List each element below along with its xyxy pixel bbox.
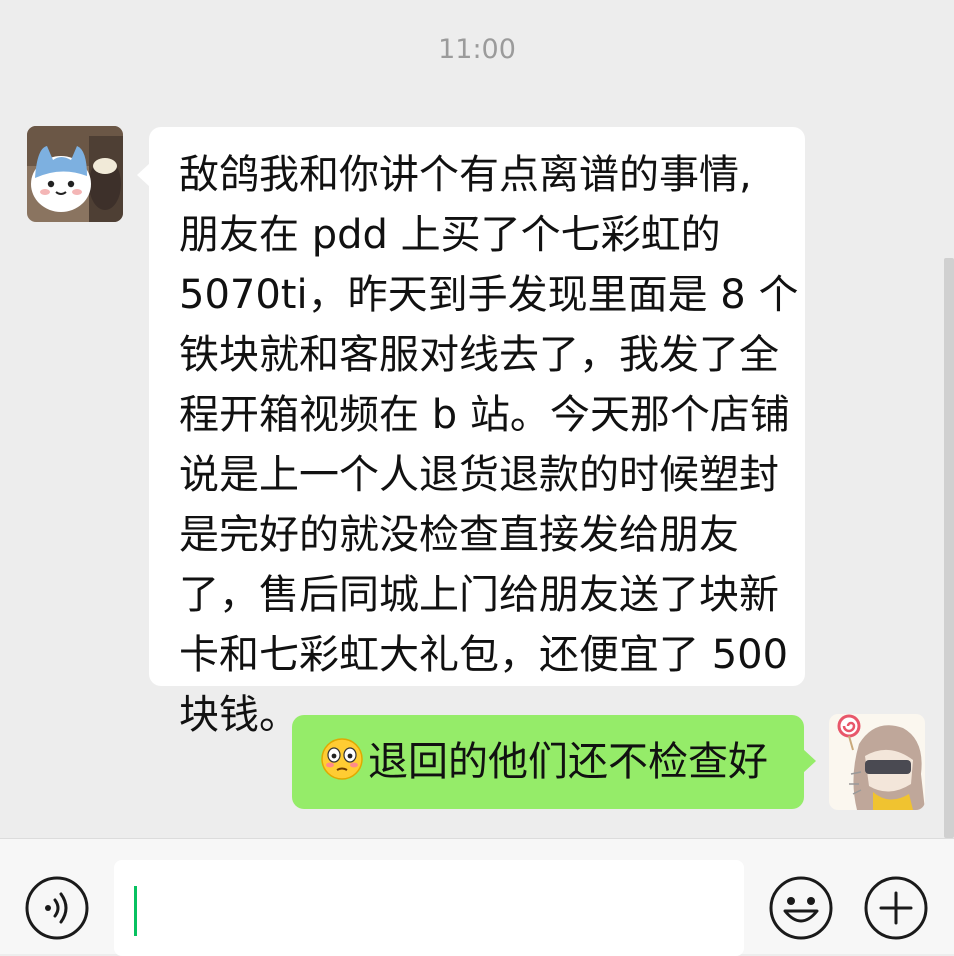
smile-icon [769, 876, 833, 940]
plus-icon [864, 876, 928, 940]
message-input-bar [0, 838, 954, 956]
chat-scrollbar[interactable] [944, 258, 954, 838]
more-options-button[interactable] [863, 875, 929, 941]
flushed-face-emoji-icon [320, 737, 364, 781]
message-line: 了，售后同城上门给朋友送了块新 [179, 572, 779, 618]
incoming-message-bubble[interactable]: 敌鸽我和你讲个有点离谱的事情, 朋友在 pdd 上买了个七彩虹的 5070ti，… [137, 127, 805, 738]
message-timestamp: 11:00 [438, 34, 516, 65]
contact-avatar[interactable] [27, 126, 123, 222]
voice-icon [25, 876, 89, 940]
voice-button[interactable] [24, 875, 90, 941]
message-input[interactable] [114, 860, 744, 956]
message-line: 是完好的就没检查直接发给朋友 [179, 512, 739, 558]
message-line: 5070ti，昨天到手发现里面是 8 个 [179, 272, 799, 318]
outgoing-message-text: 退回的他们还不检查好 [368, 739, 768, 785]
emoji-button[interactable] [768, 875, 834, 941]
chat-area: 11:00 敌鸽我和你讲个有点离谱的事情, 朋友在 pdd 上买了个七彩虹的 5… [0, 0, 954, 838]
message-line: 卡和七彩虹大礼包，还便宜了 500 [179, 632, 789, 678]
user-avatar[interactable] [829, 714, 925, 810]
message-line: 说是上一个人退货退款的时候塑封 [179, 452, 779, 498]
outgoing-message-bubble[interactable]: 退回的他们还不检查好 [292, 715, 816, 809]
message-line: 敌鸽我和你讲个有点离谱的事情, [179, 152, 752, 198]
message-line: 朋友在 pdd 上买了个七彩虹的 [179, 212, 721, 258]
message-line: 铁块就和客服对线去了，我发了全 [179, 332, 779, 378]
text-caret [134, 886, 137, 936]
message-line: 程开箱视频在 b 站。今天那个店铺 [179, 392, 790, 438]
